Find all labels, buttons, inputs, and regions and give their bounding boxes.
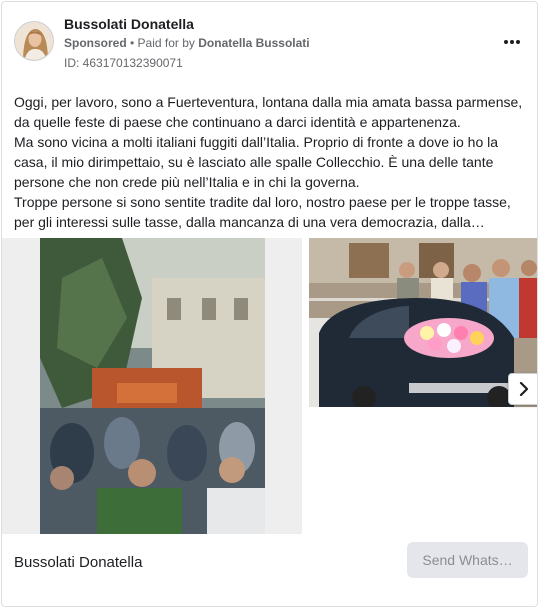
avatar-image bbox=[15, 22, 53, 60]
post-paragraph: Ma sono vicina a molti italiani fuggiti … bbox=[14, 134, 499, 190]
post-text: Oggi, per lavoro, sono a Fuerteventura, … bbox=[14, 92, 529, 232]
sponsored-label: Sponsored bbox=[64, 36, 127, 50]
ad-card: Bussolati Donatella Sponsored • Paid for… bbox=[1, 1, 538, 607]
post-paragraph: Troppe persone si sono sentite tradite d… bbox=[14, 194, 511, 230]
post-header: Bussolati Donatella Sponsored • Paid for… bbox=[14, 12, 525, 72]
meta-separator: • bbox=[126, 36, 138, 50]
more-horizontal-icon bbox=[504, 40, 520, 44]
sponsored-line: Sponsored • Paid for by Donatella Bussol… bbox=[64, 36, 310, 50]
payer-name: Donatella Bussolati bbox=[198, 36, 310, 50]
crowd-photo bbox=[2, 238, 302, 534]
post-paragraph: Oggi, per lavoro, sono a Fuerteventura, … bbox=[14, 94, 523, 130]
more-options-button[interactable] bbox=[499, 32, 525, 50]
ad-id: ID: 463170132390071 bbox=[64, 56, 183, 70]
paid-for-by-label: Paid for by bbox=[137, 36, 195, 50]
chevron-right-icon bbox=[519, 382, 529, 396]
car-photo bbox=[309, 238, 537, 407]
avatar[interactable] bbox=[14, 21, 54, 61]
carousel-slide-crowd[interactable] bbox=[2, 238, 302, 534]
advertiser-name[interactable]: Bussolati Donatella bbox=[64, 16, 194, 32]
link-title[interactable]: Bussolati Donatella bbox=[14, 554, 142, 571]
send-whatsapp-button[interactable]: Send Whats… bbox=[407, 542, 528, 578]
carousel-slide-car[interactable] bbox=[309, 238, 537, 407]
carousel-next-button[interactable] bbox=[508, 373, 537, 405]
image-carousel bbox=[2, 238, 537, 538]
